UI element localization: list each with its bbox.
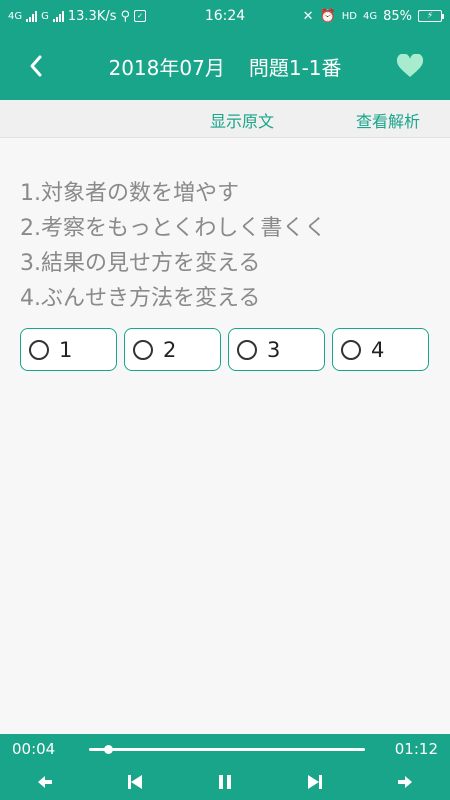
answer-choice-4[interactable]: 4 — [332, 328, 429, 371]
skip-previous-icon — [128, 775, 142, 789]
mute-icon: ✕ — [302, 8, 314, 24]
rewind-button[interactable] — [34, 772, 56, 792]
next-button[interactable] — [304, 772, 326, 792]
choice-label: 3 — [267, 337, 281, 362]
alarm-icon: ⏰ — [319, 8, 336, 24]
option-text-3: 3.結果の見せ方を変える — [20, 251, 261, 276]
option-text-1: 1.対象者の数を増やす — [20, 181, 239, 206]
view-explanation-link[interactable]: 查看解析 — [356, 108, 420, 132]
pause-icon — [219, 775, 231, 789]
signal-icon-2 — [52, 10, 64, 22]
radio-icon — [29, 339, 49, 360]
notification-icon: ✓ — [134, 10, 147, 22]
forward-button[interactable] — [394, 772, 416, 792]
network-type-1: 4G — [8, 10, 23, 22]
pause-button[interactable] — [214, 772, 236, 792]
question-content: 1.対象者の数を増やす 2.考察をもっとくわしく書くく 3.結果の見せ方を変える… — [0, 138, 450, 734]
radio-icon — [133, 339, 153, 360]
option-text-4: 4.ぶんせき方法を変える — [20, 286, 261, 311]
option-list: 1.対象者の数を増やす 2.考察をもっとくわしく書くく 3.結果の見せ方を変える… — [20, 176, 326, 316]
choice-label: 4 — [371, 337, 385, 362]
hd-label: HD — [341, 10, 357, 22]
favorite-button[interactable] — [394, 50, 426, 82]
battery-percent: 85% — [383, 8, 412, 24]
radio-icon — [237, 339, 257, 360]
previous-button[interactable] — [124, 772, 146, 792]
action-bar: 显示原文 查看解析 — [0, 100, 450, 138]
total-time: 01:12 — [394, 740, 438, 758]
skip-next-icon — [308, 775, 322, 789]
title-question: 問題1-1番 — [248, 55, 342, 80]
current-time: 00:04 — [12, 740, 56, 758]
choice-label: 1 — [59, 337, 73, 362]
app-header: 2018年07月 問題1-1番 — [0, 32, 450, 100]
network-type-3: 4G — [362, 10, 378, 22]
back-button[interactable] — [22, 52, 50, 80]
arrow-left-icon — [38, 776, 52, 788]
chevron-left-icon — [30, 55, 42, 77]
audio-player: 00:04 01:12 — [0, 734, 450, 800]
arrow-right-icon — [398, 776, 412, 788]
answer-choice-2[interactable]: 2 — [124, 328, 221, 371]
usb-icon: ⚲ — [120, 8, 131, 24]
network-type-2: G — [41, 10, 49, 22]
answer-choice-1[interactable]: 1 — [20, 328, 117, 371]
option-text-2: 2.考察をもっとくわしく書くく — [20, 216, 327, 241]
progress-slider[interactable] — [89, 745, 365, 754]
signal-icon — [26, 10, 38, 22]
heart-icon — [396, 54, 424, 77]
show-original-link[interactable]: 显示原文 — [210, 108, 274, 132]
choice-label: 2 — [163, 337, 177, 362]
battery-icon: ⚡ — [418, 10, 444, 22]
radio-icon — [341, 339, 361, 360]
title-date: 2018年07月 — [108, 55, 225, 80]
page-title: 2018年07月 問題1-1番 — [60, 32, 390, 100]
status-bar: 4G G 13.3K/s ⚲ ✓ 16:24 ✕ ⏰ HD 4G 85% ⚡ — [0, 0, 450, 32]
answer-choices: 1 2 3 4 — [20, 328, 429, 371]
network-speed: 13.3K/s — [67, 8, 117, 24]
progress-thumb[interactable] — [104, 745, 114, 754]
answer-choice-3[interactable]: 3 — [228, 328, 325, 371]
